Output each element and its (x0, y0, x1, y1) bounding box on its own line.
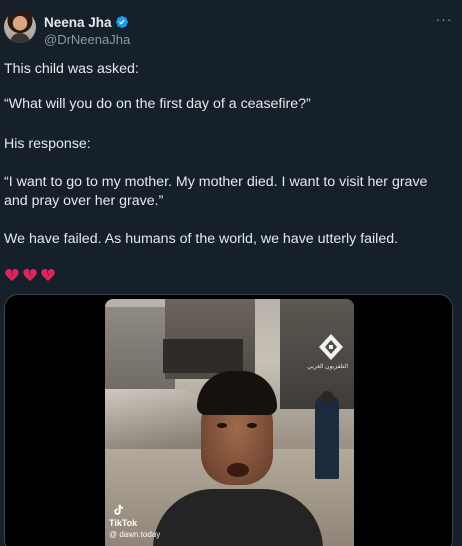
background-person (315, 395, 339, 479)
tweet-paragraph: This child was asked: (4, 61, 139, 77)
emoji-row (4, 267, 56, 283)
author-handle[interactable]: @DrNeenaJha (44, 32, 130, 47)
child-eye (217, 423, 227, 428)
broken-heart-icon (5, 269, 19, 281)
author-block: Neena Jha @DrNeenaJha (44, 14, 130, 48)
video-player[interactable]: التلفزيون العربي TikTok @ dawn.today (105, 299, 354, 546)
tiktok-username: @ dawn.today (109, 530, 161, 539)
tweet-paragraph: “I want to go to my mother. My mother di… (4, 174, 428, 209)
ruined-building (163, 339, 243, 373)
tweet-header: Neena Jha @DrNeenaJha ··· (4, 10, 460, 50)
background-person-head (321, 391, 333, 403)
broken-heart-icon (23, 269, 37, 281)
author-name[interactable]: Neena Jha (44, 15, 112, 30)
channel-logo-icon (319, 334, 343, 360)
more-horizontal-icon[interactable]: ··· (432, 12, 456, 30)
child-eye (247, 423, 257, 428)
tiktok-watermark: TikTok (109, 503, 137, 528)
avatar[interactable] (4, 11, 36, 43)
broken-heart-icon (41, 269, 55, 281)
media-container[interactable]: التلفزيون العربي TikTok @ dawn.today (4, 294, 453, 546)
tweet-paragraph: His response: (4, 136, 91, 152)
tweet[interactable]: Neena Jha @DrNeenaJha ··· This child was… (0, 0, 462, 546)
channel-caption: التلفزيون العربي (307, 364, 348, 370)
tiktok-icon (114, 504, 123, 515)
tiktok-label: TikTok (109, 518, 138, 528)
tweet-paragraph: We have failed. As humans of the world, … (4, 231, 399, 247)
verified-badge-icon (115, 16, 128, 28)
tweet-paragraph: “What will you do on the first day of a … (4, 96, 311, 112)
child-mouth (227, 463, 249, 477)
